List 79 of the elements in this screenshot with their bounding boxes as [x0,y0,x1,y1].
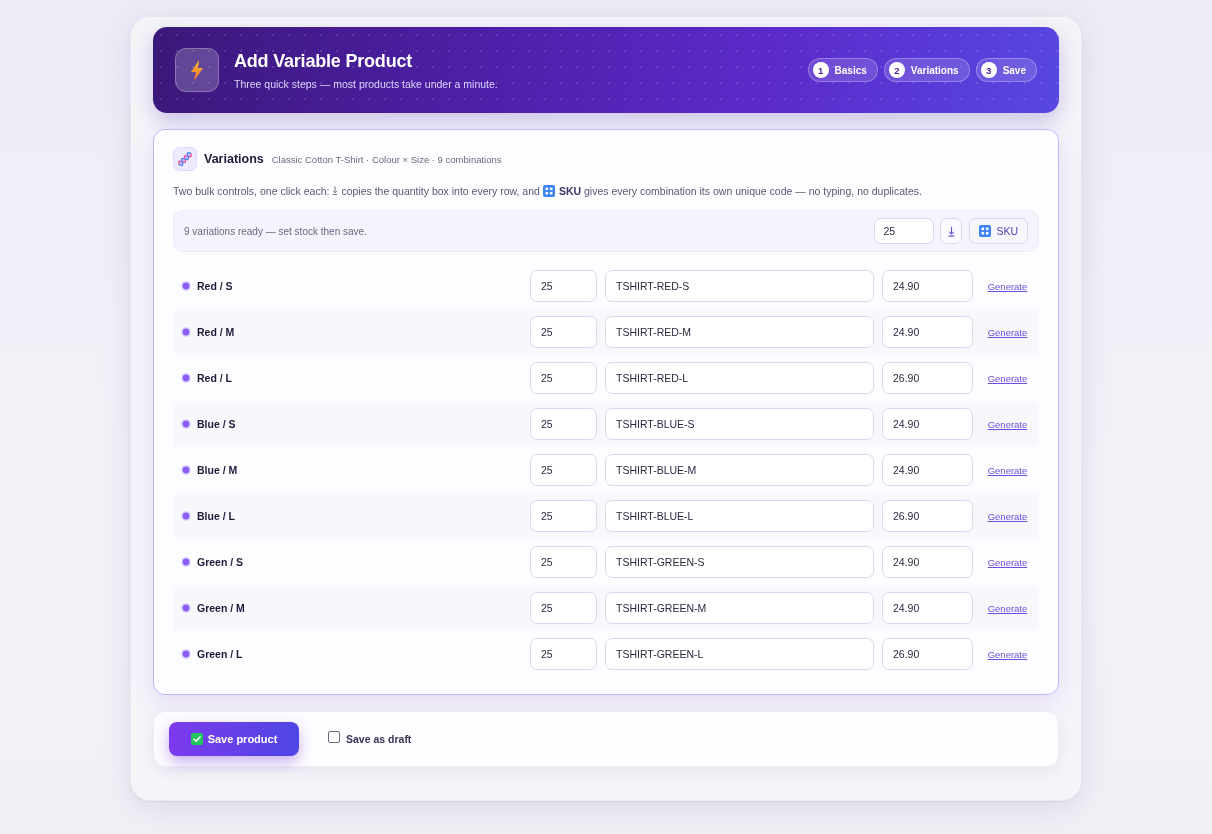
sku-field[interactable]: TSHIRT-BLUE-L [605,500,874,532]
variation-name: Green / S [197,556,244,568]
sku-field[interactable]: TSHIRT-GREEN-S [605,546,874,578]
quantity-field[interactable]: 25 [530,638,597,670]
status-text: 9 variations ready — set stock then save. [184,225,367,237]
generate-link[interactable]: Generate [987,648,1028,660]
variation-name: Red / M [197,326,235,338]
quantity-field[interactable]: 25 [530,454,597,486]
draft-label: Save as draft [346,733,412,745]
arrow-down-to-bar-icon [332,185,339,196]
quantity-field[interactable]: 25 [530,592,597,624]
sku-field[interactable]: TSHIRT-BLUE-M [605,454,874,486]
quantity-field[interactable]: 25 [530,500,597,532]
step-label: Save [1002,64,1026,76]
generate-link[interactable]: Generate [987,280,1028,292]
page-title: Add Variable Product [234,50,414,72]
variation-name: Green / L [197,648,243,660]
step-label: Basics [834,64,867,76]
check-icon [190,733,203,745]
variation-name: Green / M [197,602,245,614]
generate-link[interactable]: Generate [987,510,1028,522]
generate-link[interactable]: Generate [987,418,1028,430]
step-label: Variations [910,64,959,76]
price-field[interactable]: 24.90 [882,592,973,624]
dot-icon [181,649,191,659]
price-field[interactable]: 24.90 [882,454,973,486]
quantity-field[interactable]: 25 [530,362,597,394]
page-subtitle: Three quick steps — most products take under a minute. [234,77,498,90]
variation-name: Red / L [197,372,232,384]
bolt-icon [175,48,219,92]
generate-sku-button[interactable]: SKU [969,218,1028,244]
bulk-quantity-field[interactable]: 25 [874,218,935,244]
price-field[interactable]: 26.90 [882,500,973,532]
price-field[interactable]: 26.90 [882,638,973,670]
generate-link[interactable]: Generate [987,464,1028,476]
sku-field[interactable]: TSHIRT-GREEN-L [605,638,874,670]
dot-icon [181,511,191,521]
dot-icon [181,281,191,291]
sku-field[interactable]: TSHIRT-RED-S [605,270,874,302]
save-product-button[interactable]: Save product [169,722,299,756]
price-field[interactable]: 24.90 [882,546,973,578]
dna-icon [173,147,197,171]
generate-link[interactable]: Generate [987,602,1028,614]
draft-checkbox[interactable] [328,731,340,743]
sku-field[interactable]: TSHIRT-RED-M [605,316,874,348]
price-field[interactable]: 24.90 [882,270,973,302]
step-number: 3 [980,62,997,78]
fill-down-button[interactable] [940,218,963,244]
sku-field[interactable]: TSHIRT-RED-L [605,362,874,394]
section-title: Variations [204,152,264,166]
generate-link[interactable]: Generate [987,372,1028,384]
dot-icon [181,557,191,567]
generate-link[interactable]: Generate [987,326,1028,338]
price-field[interactable]: 26.90 [882,362,973,394]
section-subtitle: Classic Cotton T-Shirt · Colour × Size · 9 combinations [271,153,502,165]
variation-name: Blue / L [197,510,235,522]
dot-icon [181,603,191,613]
price-field[interactable]: 24.90 [882,316,973,348]
help-text: Two bulk controls, one click each: copies the quantity box into every row, and SKU gives every combination its own unique code — no typing, no duplicates. [173,184,923,198]
generate-link[interactable]: Generate [987,556,1028,568]
step-number: 2 [888,62,905,78]
dot-icon [181,327,191,337]
dot-icon [181,465,191,475]
quantity-field[interactable]: 25 [530,546,597,578]
variation-name: Blue / S [197,418,236,430]
quantity-field[interactable]: 25 [530,408,597,440]
quantity-field[interactable]: 25 [530,316,597,348]
variation-name: Red / S [197,280,233,292]
sku-field[interactable]: TSHIRT-BLUE-S [605,408,874,440]
grid-icon [979,225,992,237]
price-field[interactable]: 24.90 [882,408,973,440]
dot-icon [181,373,191,383]
step-number: 1 [812,62,829,78]
arrow-down-to-bar-icon [947,225,955,237]
grid-icon [542,185,555,197]
sku-field[interactable]: TSHIRT-GREEN-M [605,592,874,624]
dot-icon [181,419,191,429]
quantity-field[interactable]: 25 [530,270,597,302]
variation-name: Blue / M [197,464,238,476]
